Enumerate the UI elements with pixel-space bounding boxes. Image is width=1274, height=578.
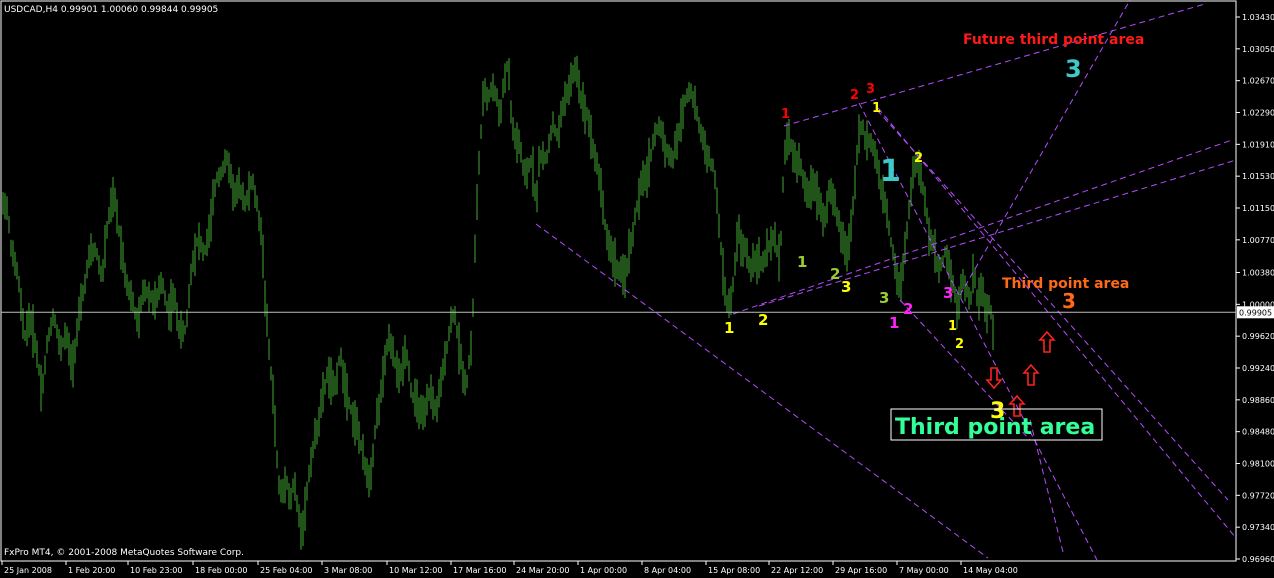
y-tick-label: 0.97720 xyxy=(1242,491,1274,500)
y-tick-label: 0.99620 xyxy=(1242,332,1274,341)
y-tick-label: 0.98100 xyxy=(1242,460,1274,469)
wave-point-2: 2 xyxy=(955,337,964,352)
wave-point-3: 3 xyxy=(841,278,851,296)
price-chart[interactable]: 0.99905 1.03430 1.03050 1.02670 1.02290 1.01… xyxy=(0,0,1274,578)
future-third-point-label: Future third point area xyxy=(963,32,1144,48)
wave-point-2: 2 xyxy=(850,88,859,103)
x-tick-label: 15 Apr 08:00 xyxy=(708,566,760,575)
y-tick-label: 1.02290 xyxy=(1242,108,1274,117)
y-tick-label: 1.00380 xyxy=(1242,269,1274,278)
y-tick-label: 1.00000 xyxy=(1242,300,1274,309)
x-tick-label: 10 Feb 23:00 xyxy=(130,566,182,575)
x-tick-label: 18 Feb 00:00 xyxy=(195,566,247,575)
y-tick-label: 1.03050 xyxy=(1242,45,1274,54)
x-tick-label: 17 Mar 16:00 xyxy=(453,566,506,575)
y-tick-label: 0.98860 xyxy=(1242,396,1274,405)
x-tick-label: 29 Apr 16:00 xyxy=(835,566,887,575)
x-tick-label: 10 Mar 12:00 xyxy=(389,566,442,575)
x-tick-label: 14 May 04:00 xyxy=(963,566,1018,575)
x-tick-label: 1 Apr 00:00 xyxy=(580,566,627,575)
y-tick-label: 0.96960 xyxy=(1242,555,1274,564)
x-tick-label: 3 Mar 08:00 xyxy=(324,566,372,575)
third-point-number-right: 3 xyxy=(1062,289,1076,313)
wave-point-3: 3 xyxy=(943,284,953,302)
y-tick-label: 0.97340 xyxy=(1242,523,1274,532)
y-tick-label: 1.01150 xyxy=(1242,204,1274,213)
wave-point-2: 2 xyxy=(903,300,913,318)
wave-point-3: 3 xyxy=(879,289,889,307)
x-tick-label: 1 Feb 20:00 xyxy=(68,566,115,575)
y-tick-label: 0.99240 xyxy=(1242,364,1274,373)
wave-point-1: 1 xyxy=(872,101,881,116)
x-tick-label: 25 Jan 2008 xyxy=(4,566,52,575)
x-tick-label: 25 Feb 04:00 xyxy=(260,566,312,575)
symbol-header: USDCAD,H4 0.99901 1.00060 0.99844 0.9990… xyxy=(4,5,218,15)
y-tick-label: 1.02670 xyxy=(1242,77,1274,86)
x-tick-label: 8 Apr 04:00 xyxy=(644,566,691,575)
y-tick-label: 1.00770 xyxy=(1242,236,1274,245)
wave-point-1: 1 xyxy=(889,314,899,332)
wave-point-1: 1 xyxy=(797,253,807,271)
y-tick-label: 1.03430 xyxy=(1242,13,1274,22)
big-point-one: 1 xyxy=(880,154,901,189)
third-point-label-bottom: Third point area xyxy=(895,415,1095,440)
wave-point-1: 1 xyxy=(781,107,790,122)
current-price-label: 0.99905 xyxy=(1239,308,1272,317)
x-tick-label: 22 Apr 12:00 xyxy=(771,566,823,575)
y-tick-label: 0.98480 xyxy=(1242,428,1274,437)
wave-point-1: 1 xyxy=(724,319,734,337)
wave-point-3: 3 xyxy=(866,82,875,97)
wave-point-2: 2 xyxy=(914,151,923,166)
wave-point-1: 1 xyxy=(948,319,957,334)
copyright-text: FxPro MT4, © 2001-2008 MetaQuotes Softwa… xyxy=(4,548,244,558)
x-tick-label: 24 Mar 20:00 xyxy=(516,566,569,575)
x-tick-label: 7 May 00:00 xyxy=(899,566,949,575)
future-third-point-number: 3 xyxy=(1065,55,1082,83)
y-tick-label: 1.01530 xyxy=(1242,172,1274,181)
wave-point-2: 2 xyxy=(830,265,840,283)
y-tick-label: 1.01910 xyxy=(1242,140,1274,149)
wave-point-2: 2 xyxy=(758,311,768,329)
